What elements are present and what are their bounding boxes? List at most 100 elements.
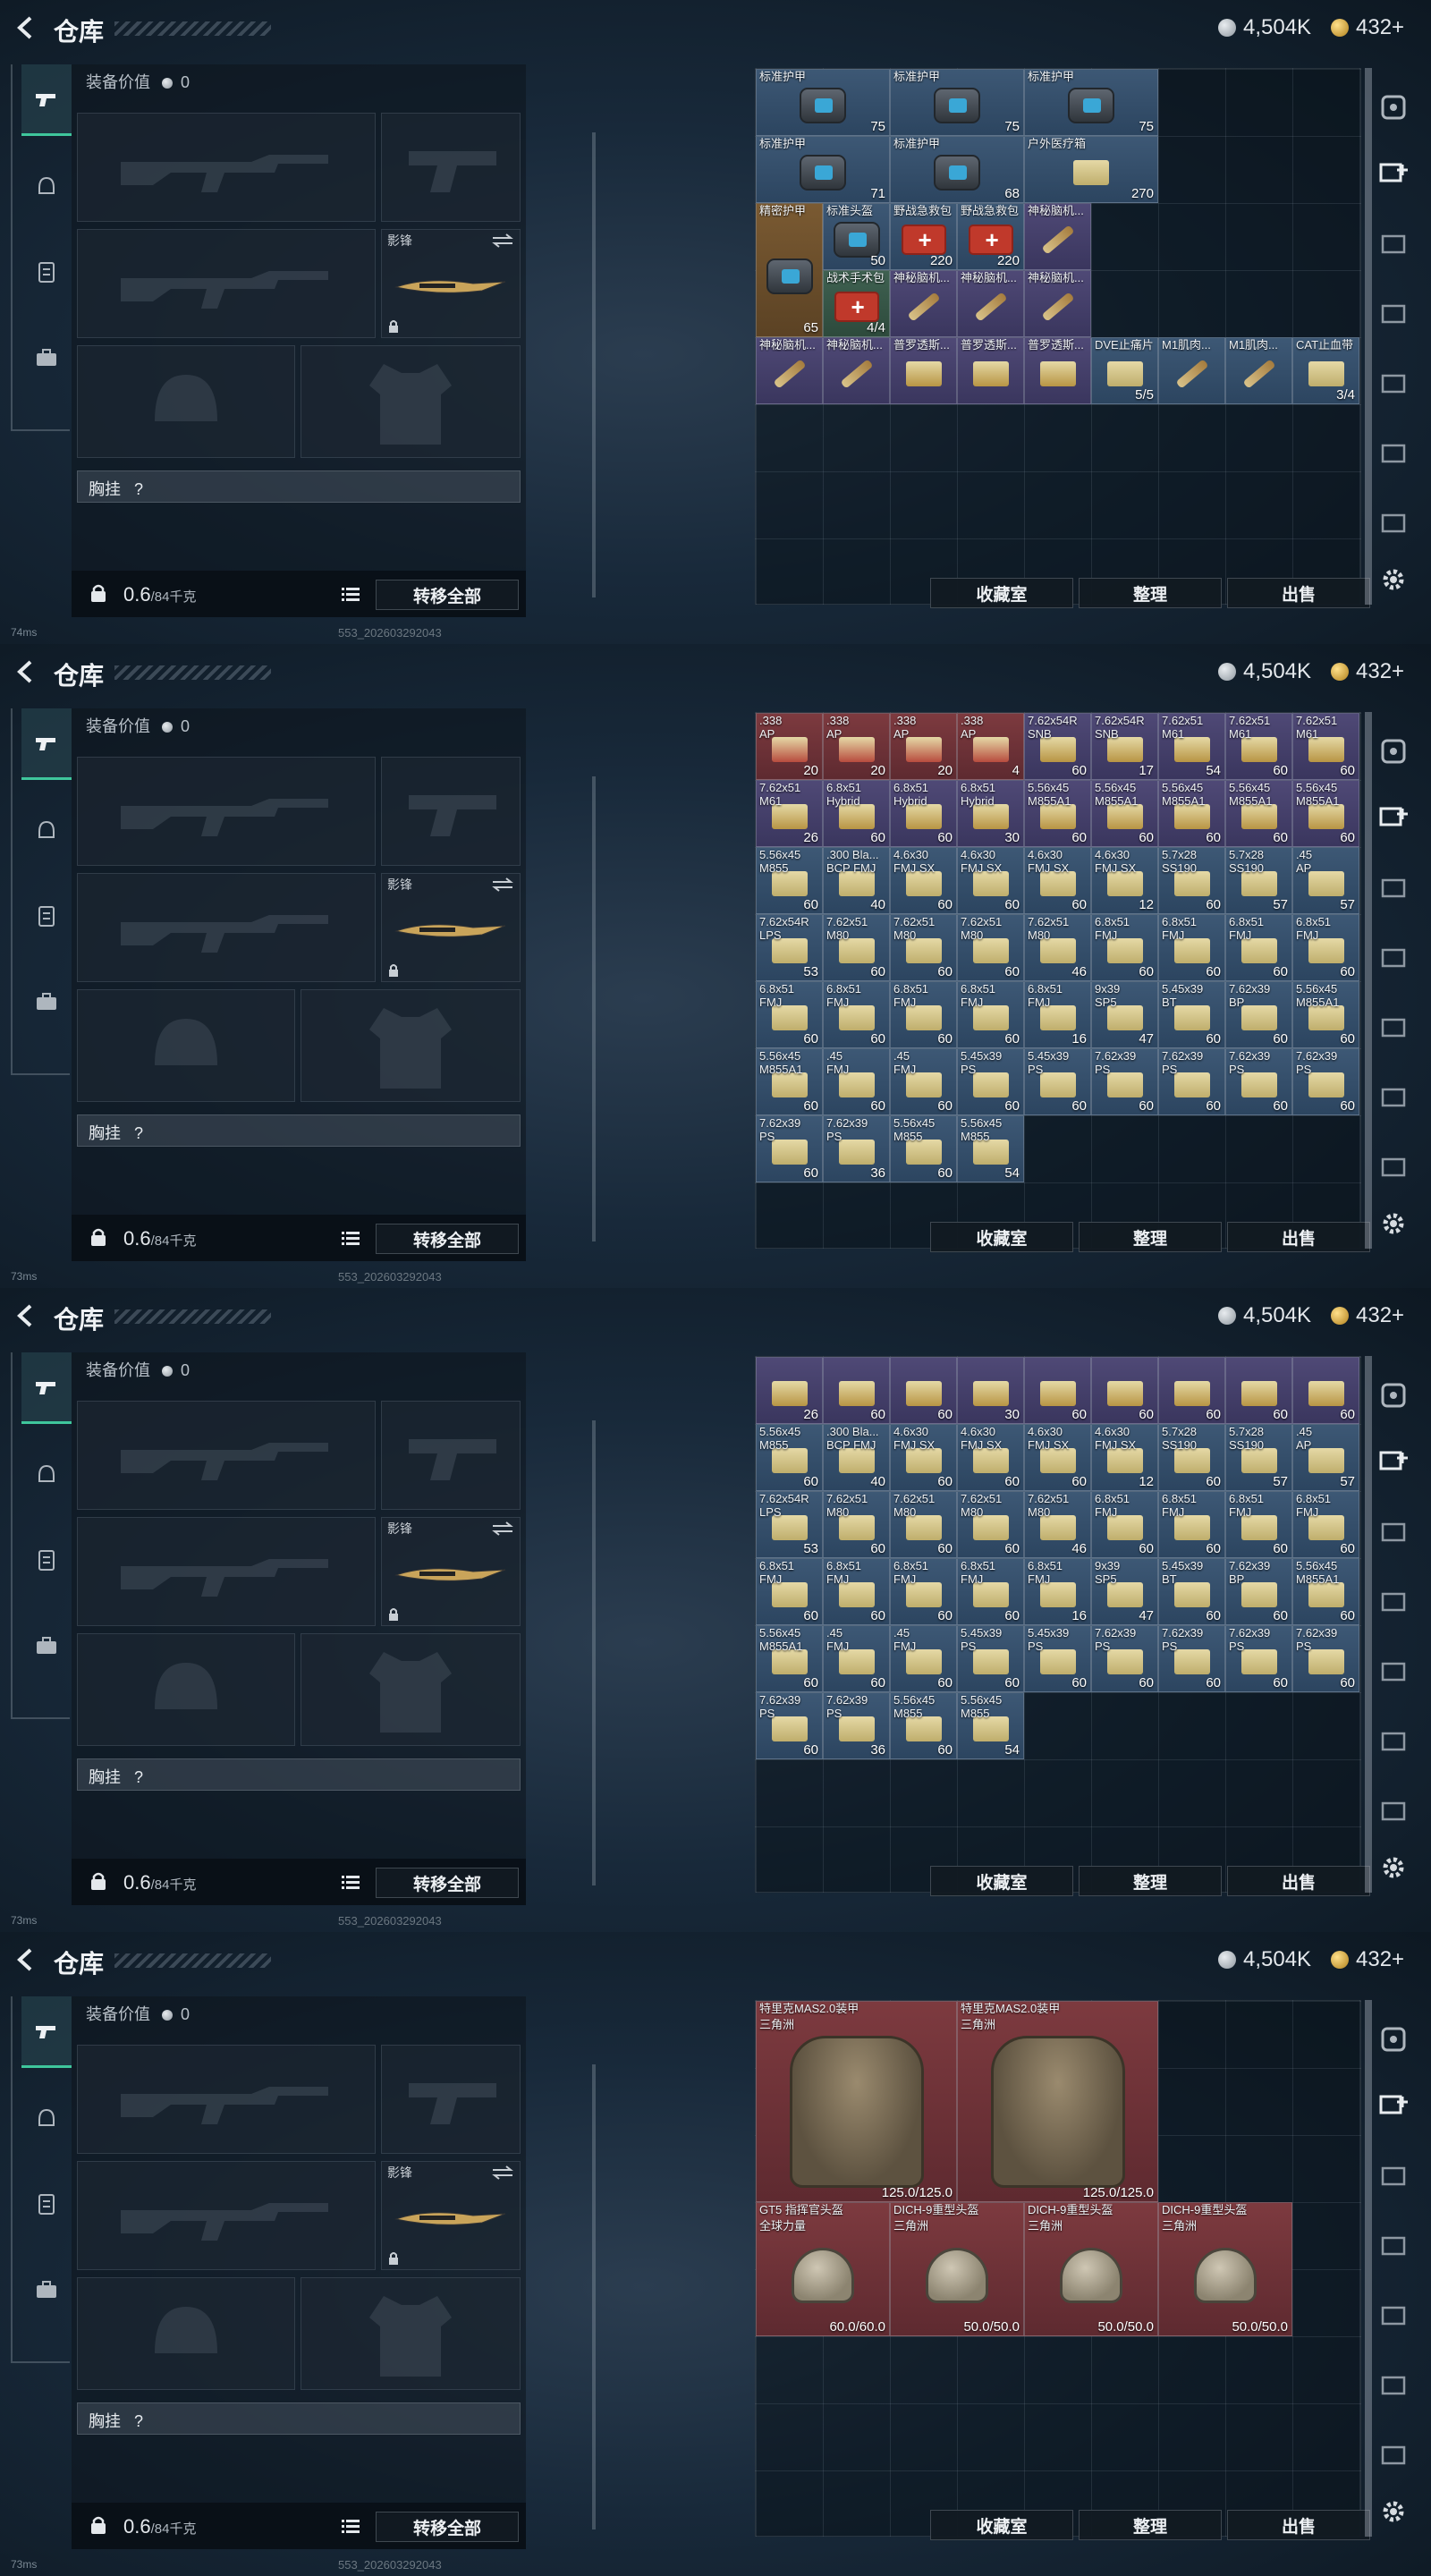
back-arrow-icon[interactable] bbox=[13, 1946, 39, 1973]
inventory-item[interactable]: DICH-9重型头盔 三角洲 50.0/50.0 bbox=[1024, 2202, 1158, 2336]
inventory-item[interactable]: 标准护甲 71 bbox=[756, 136, 890, 203]
gear-icon[interactable] bbox=[1377, 1852, 1410, 1884]
inventory-item[interactable]: 标准护甲 75 bbox=[1024, 69, 1158, 136]
inventory-item[interactable]: 6.8x51 FMJ 60 bbox=[957, 981, 1024, 1048]
inventory-item[interactable]: 5.56x45 M855A1 60 bbox=[1091, 780, 1158, 847]
storage-page-6-icon[interactable] bbox=[1377, 1150, 1410, 1182]
collection-room-button[interactable]: 收藏室 bbox=[930, 2510, 1073, 2540]
inventory-item[interactable]: 60 bbox=[1225, 1357, 1292, 1424]
inventory-item[interactable]: 普罗透斯... bbox=[1024, 337, 1091, 404]
storage-page-5-icon[interactable] bbox=[1377, 1080, 1410, 1113]
tab-chest-rig[interactable] bbox=[21, 2168, 72, 2240]
inventory-item[interactable]: .45 FMJ 60 bbox=[890, 1625, 957, 1692]
inventory-item[interactable]: 4.6x30 FMJ SX 60 bbox=[957, 847, 1024, 914]
inventory-item[interactable]: 6.8x51 FMJ 16 bbox=[1024, 1558, 1091, 1625]
inventory-item[interactable]: .338 AP 20 bbox=[756, 713, 823, 780]
inventory-item[interactable]: 7.62x39 BP 60 bbox=[1225, 981, 1292, 1048]
inventory-item[interactable]: 60 bbox=[1158, 1357, 1225, 1424]
inventory-item[interactable]: .300 Bla... BCP FMJ 40 bbox=[823, 847, 890, 914]
inventory-item[interactable]: 7.62x39 PS 60 bbox=[1225, 1625, 1292, 1692]
sell-button[interactable]: 出售 bbox=[1227, 1866, 1370, 1896]
secondary-rifle-slot[interactable] bbox=[77, 1517, 376, 1626]
helmet-slot[interactable] bbox=[77, 2277, 295, 2390]
inventory-item[interactable]: 神秘脑机... bbox=[890, 270, 957, 337]
inventory-item[interactable]: 5.45x39 PS 60 bbox=[957, 1048, 1024, 1115]
storage-add-icon[interactable] bbox=[1377, 1445, 1410, 1478]
storage-page-6-icon[interactable] bbox=[1377, 506, 1410, 538]
inventory-item[interactable]: 7.62x51 M61 60 bbox=[1292, 713, 1359, 780]
inventory-item[interactable]: 4.6x30 FMJ SX 60 bbox=[890, 847, 957, 914]
body-armor-slot[interactable] bbox=[301, 2277, 521, 2390]
inventory-item[interactable]: 7.62x39 PS 60 bbox=[1292, 1048, 1359, 1115]
inventory-item[interactable]: DICH-9重型头盔 三角洲 50.0/50.0 bbox=[1158, 2202, 1292, 2336]
inventory-item[interactable]: 7.62x54R LPS 53 bbox=[756, 914, 823, 981]
back-arrow-icon[interactable] bbox=[13, 14, 39, 41]
inventory-item[interactable]: 5.56x45 M855A1 60 bbox=[1024, 780, 1091, 847]
inventory-item[interactable]: 7.62x51 M80 60 bbox=[890, 914, 957, 981]
body-armor-slot[interactable] bbox=[301, 989, 521, 1102]
primary-weapon-slot[interactable] bbox=[77, 757, 376, 866]
gold-currency[interactable]: 432+ bbox=[1331, 13, 1404, 43]
inventory-item[interactable]: 神秘脑机... bbox=[1024, 203, 1091, 270]
inventory-item[interactable]: CAT止血带 3/4 bbox=[1292, 337, 1359, 404]
inventory-item[interactable]: 6.8x51 FMJ 60 bbox=[1225, 1491, 1292, 1558]
secondary-rifle-slot[interactable] bbox=[77, 2161, 376, 2270]
inventory-item[interactable]: 60 bbox=[1024, 1357, 1091, 1424]
gold-currency[interactable]: 432+ bbox=[1331, 657, 1404, 687]
storage-page-6-icon[interactable] bbox=[1377, 1794, 1410, 1826]
collection-room-button[interactable]: 收藏室 bbox=[930, 1866, 1073, 1896]
chest-rig-hint[interactable]: ? bbox=[134, 480, 143, 498]
gold-currency[interactable]: 432+ bbox=[1331, 1945, 1404, 1975]
inventory-item[interactable]: 26 bbox=[756, 1357, 823, 1424]
inventory-scrollbar[interactable] bbox=[1365, 712, 1372, 1249]
sell-button[interactable]: 出售 bbox=[1227, 2510, 1370, 2540]
tab-weapon[interactable] bbox=[21, 64, 72, 136]
swap-icon[interactable] bbox=[491, 1521, 514, 1536]
equipment-scrollbar[interactable] bbox=[592, 776, 596, 1241]
inventory-item[interactable]: 6.8x51 FMJ 60 bbox=[1091, 1491, 1158, 1558]
inventory-item[interactable]: DVE止痛片 5/5 bbox=[1091, 337, 1158, 404]
inventory-item[interactable]: 战术手术包 4/4 bbox=[823, 270, 890, 337]
collection-room-button[interactable]: 收藏室 bbox=[930, 1222, 1073, 1252]
inventory-item[interactable]: 5.56x45 M855 60 bbox=[756, 1424, 823, 1491]
safe-box-icon[interactable] bbox=[1377, 91, 1410, 123]
inventory-item[interactable]: 7.62x51 M80 60 bbox=[890, 1491, 957, 1558]
inventory-item[interactable]: 5.56x45 M855A1 60 bbox=[756, 1625, 823, 1692]
inventory-item[interactable]: 7.62x39 BP 60 bbox=[1225, 1558, 1292, 1625]
sort-button[interactable]: 整理 bbox=[1079, 1222, 1222, 1252]
equipment-scrollbar[interactable] bbox=[592, 2064, 596, 2529]
inventory-item[interactable]: 5.56x45 M855A1 60 bbox=[756, 1048, 823, 1115]
chest-rig-hint[interactable]: ? bbox=[134, 1768, 143, 1786]
body-armor-slot[interactable] bbox=[301, 1633, 521, 1746]
gear-icon[interactable] bbox=[1377, 564, 1410, 596]
gear-icon[interactable] bbox=[1377, 2496, 1410, 2528]
list-icon[interactable] bbox=[342, 2519, 360, 2533]
chest-rig-bar[interactable]: 胸挂 ? bbox=[77, 1758, 521, 1791]
tab-weapon[interactable] bbox=[21, 708, 72, 780]
storage-page-5-icon[interactable] bbox=[1377, 1724, 1410, 1757]
helmet-slot[interactable] bbox=[77, 345, 295, 458]
sort-button[interactable]: 整理 bbox=[1079, 2510, 1222, 2540]
chest-rig-hint[interactable]: ? bbox=[134, 1124, 143, 1142]
primary-weapon-slot[interactable] bbox=[77, 2045, 376, 2154]
inventory-item[interactable]: 7.62x39 PS 60 bbox=[756, 1692, 823, 1759]
body-armor-slot[interactable] bbox=[301, 345, 521, 458]
inventory-item[interactable]: 普罗透斯... bbox=[890, 337, 957, 404]
inventory-item[interactable]: 普罗透斯... bbox=[957, 337, 1024, 404]
inventory-item[interactable]: 特里克MAS2.0装甲 三角洲 125.0/125.0 bbox=[957, 2001, 1158, 2202]
inventory-item[interactable]: 7.62x51 M61 60 bbox=[1225, 713, 1292, 780]
storage-page-4-icon[interactable] bbox=[1377, 367, 1410, 399]
inventory-item[interactable]: 9x39 SP5 47 bbox=[1091, 1558, 1158, 1625]
inventory-item[interactable]: 5.7x28 SS190 57 bbox=[1225, 1424, 1292, 1491]
inventory-item[interactable]: 6.8x51 FMJ 60 bbox=[823, 981, 890, 1048]
inventory-item[interactable]: .45 FMJ 60 bbox=[823, 1048, 890, 1115]
inventory-item[interactable]: 4.6x30 FMJ SX 60 bbox=[1024, 847, 1091, 914]
storage-page-2-icon[interactable] bbox=[1377, 1515, 1410, 1547]
inventory-item[interactable]: 7.62x39 PS 60 bbox=[1158, 1625, 1225, 1692]
transfer-all-button[interactable]: 转移全部 bbox=[376, 2512, 519, 2542]
inventory-item[interactable]: 特里克MAS2.0装甲 三角洲 125.0/125.0 bbox=[756, 2001, 957, 2202]
helmet-slot[interactable] bbox=[77, 989, 295, 1102]
gold-currency[interactable]: 432+ bbox=[1331, 1301, 1404, 1331]
storage-page-6-icon[interactable] bbox=[1377, 2438, 1410, 2470]
inventory-item[interactable]: DICH-9重型头盔 三角洲 50.0/50.0 bbox=[890, 2202, 1024, 2336]
